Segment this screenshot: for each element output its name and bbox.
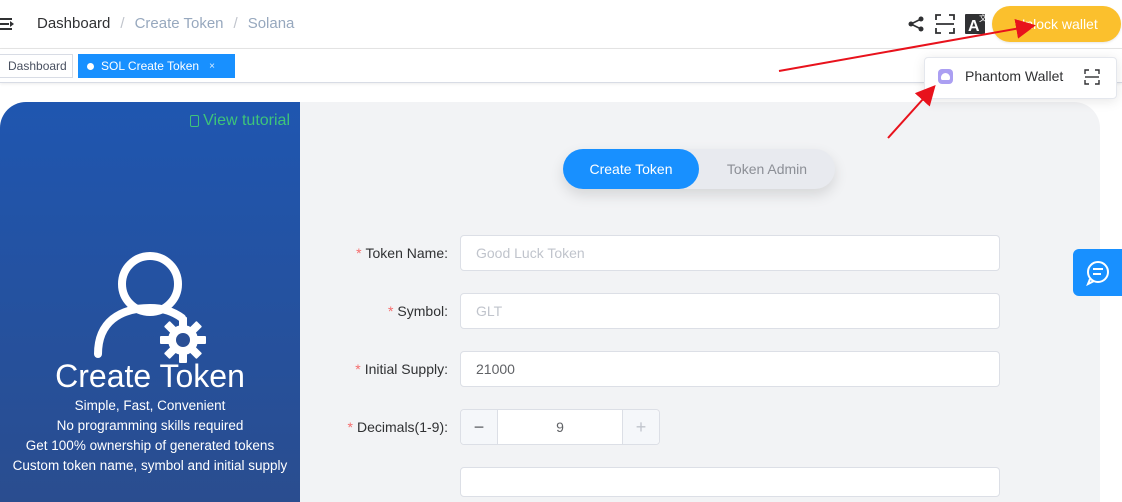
breadcrumb-dashboard[interactable]: Dashboard — [37, 15, 110, 32]
initial-supply-input[interactable] — [460, 351, 1000, 387]
scan-icon[interactable] — [1084, 69, 1100, 85]
decimals-value[interactable]: 9 — [498, 419, 622, 435]
mode-toggle: Create Token Token Admin — [563, 149, 835, 189]
tab-label: Dashboard — [8, 59, 67, 73]
breadcrumb-separator: / — [120, 15, 125, 32]
decimals-label: * Decimals(1-9): — [347, 419, 448, 435]
increment-button[interactable]: + — [622, 410, 659, 444]
create-token-toggle[interactable]: Create Token — [563, 149, 699, 189]
breadcrumb-separator: / — [233, 15, 238, 32]
unlock-wallet-button[interactable]: Unlock wallet — [992, 6, 1121, 42]
tab-sol-create-token[interactable]: SOL Create Token × — [78, 54, 235, 78]
symbol-label: * Symbol: — [387, 303, 448, 319]
top-header: Dashboard / Create Token / Solana A 文 Un… — [0, 0, 1122, 49]
promo-line: Simple, Fast, Convenient — [74, 398, 226, 413]
wallet-dropdown: Phantom Wallet — [924, 57, 1117, 99]
promo-line: Get 100% ownership of generated tokens — [25, 438, 275, 453]
hamburger-icon[interactable] — [0, 14, 16, 34]
decrement-button[interactable]: − — [461, 410, 498, 444]
tab-label: SOL Create Token — [101, 59, 200, 73]
promo-panel: View tutorial Create Token Simple, Fast,… — [0, 102, 300, 502]
phantom-wallet-label: Phantom Wallet — [965, 68, 1064, 84]
video-icon — [190, 115, 200, 127]
breadcrumb: Dashboard / Create Token / Solana — [37, 15, 294, 32]
token-admin-toggle[interactable]: Token Admin — [699, 149, 835, 189]
svg-text:文: 文 — [979, 13, 987, 23]
tab-dashboard[interactable]: Dashboard — [0, 54, 73, 78]
initial-supply-label: * Initial Supply: — [355, 361, 448, 377]
breadcrumb-solana: Solana — [247, 15, 295, 32]
close-icon[interactable]: × — [209, 61, 215, 72]
chat-button[interactable] — [1073, 249, 1122, 296]
share-icon[interactable] — [906, 14, 926, 34]
symbol-input[interactable] — [460, 293, 1000, 329]
chat-icon — [1086, 261, 1109, 287]
next-field-partial[interactable] — [460, 467, 1000, 497]
fullscreen-icon[interactable] — [935, 14, 955, 34]
view-tutorial-link[interactable]: View tutorial — [190, 112, 290, 130]
user-gear-icon — [94, 252, 206, 363]
breadcrumb-create-token: Create Token — [134, 15, 224, 32]
promo-line: Custom token name, symbol and initial su… — [12, 458, 288, 473]
token-name-label: * Token Name: — [356, 245, 448, 261]
translate-icon[interactable]: A 文 — [965, 12, 987, 34]
phantom-wallet-option[interactable]: Phantom Wallet — [938, 68, 1063, 84]
phantom-icon — [938, 68, 953, 84]
tutorial-label: View tutorial — [203, 112, 290, 129]
decimals-stepper: − 9 + — [460, 409, 660, 445]
active-dot-icon — [87, 62, 94, 70]
token-name-input[interactable] — [460, 235, 1000, 271]
